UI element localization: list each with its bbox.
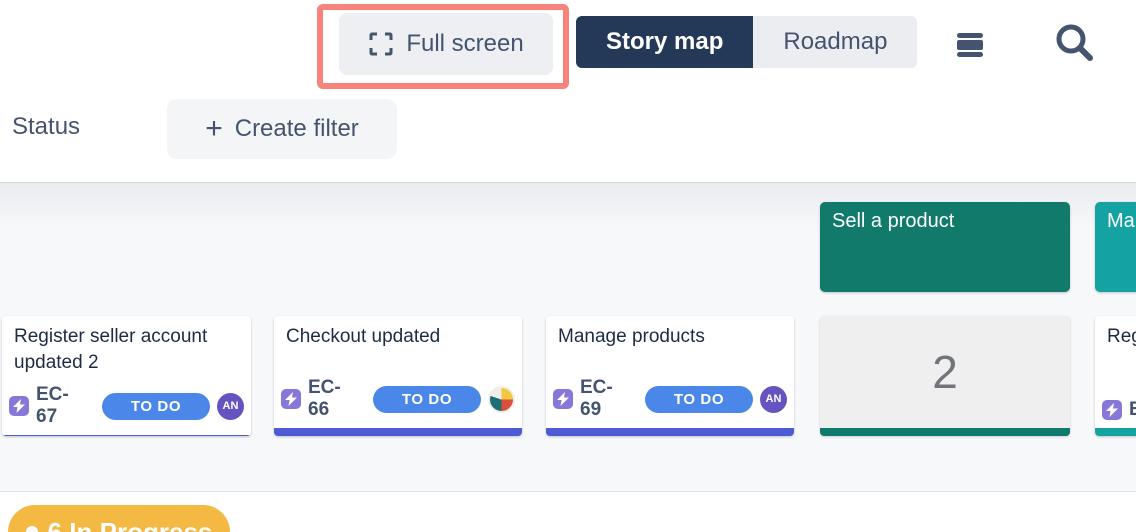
story-card-partial[interactable]: Regis EC- [1095, 316, 1136, 436]
epic-color-bar [274, 428, 522, 436]
card-title: Manage products [546, 316, 794, 377]
issue-key: EC-67 [36, 384, 88, 428]
epic-card-sell-a-product[interactable]: Sell a product [820, 202, 1070, 292]
full-screen-icon [368, 31, 394, 57]
collapsed-count-card[interactable]: 2 [820, 316, 1070, 436]
status-dot-icon [26, 526, 38, 532]
epic-color-bar [2, 435, 251, 436]
issue-key: EC-69 [580, 377, 631, 421]
card-footer: EC- [1095, 399, 1136, 428]
details-icon [954, 28, 986, 60]
create-filter-label: Create filter [235, 115, 359, 143]
epic-title: Mana [1107, 210, 1136, 232]
swimlane-divider [0, 491, 1136, 492]
card-footer: EC-67 TO DO AN [2, 384, 251, 435]
swimlane-label: 6 In Progress [48, 517, 213, 532]
card-title: Checkout updated [274, 316, 522, 377]
story-type-icon [9, 396, 29, 416]
avatar-image [488, 386, 515, 413]
status-field-label: Status [12, 113, 80, 141]
status-lozenge[interactable]: TO DO [645, 386, 753, 413]
epic-card-manage[interactable]: Mana [1095, 202, 1136, 292]
epic-color-bar [1095, 428, 1136, 436]
avatar: AN [760, 386, 787, 413]
card-footer: EC-69 TO DO AN [546, 377, 794, 428]
avatar: AN [217, 393, 244, 420]
swimlane-in-progress-pill[interactable]: 6 In Progress [8, 505, 230, 532]
issue-count: 2 [820, 316, 1070, 428]
status-lozenge[interactable]: TO DO [102, 393, 210, 420]
search-icon [1053, 21, 1095, 63]
full-screen-label: Full screen [406, 30, 523, 58]
tab-story-map[interactable]: Story map [576, 16, 753, 68]
card-title: Regis [1095, 316, 1136, 399]
search-button[interactable] [1052, 20, 1096, 64]
epic-color-bar [820, 428, 1070, 436]
story-type-icon [553, 389, 573, 409]
story-card-ec-66[interactable]: Checkout updated EC-66 TO DO [274, 316, 522, 436]
details-panel-button[interactable] [950, 24, 990, 64]
create-filter-button[interactable]: + Create filter [167, 99, 397, 159]
story-map-screen: Full screen Story map Roadmap Status + C… [0, 0, 1136, 532]
view-toggle: Story map Roadmap [576, 16, 917, 68]
full-screen-button[interactable]: Full screen [339, 13, 553, 75]
story-type-icon [281, 389, 301, 409]
tab-roadmap[interactable]: Roadmap [753, 16, 917, 68]
story-type-icon [1102, 400, 1122, 420]
epic-title: Sell a product [832, 210, 954, 232]
epic-color-bar [546, 428, 794, 436]
status-lozenge[interactable]: TO DO [373, 386, 481, 413]
story-card-ec-69[interactable]: Manage products EC-69 TO DO AN [546, 316, 794, 436]
issue-key: EC- [1129, 399, 1136, 421]
issue-key: EC-66 [308, 377, 359, 421]
card-footer: EC-66 TO DO [274, 377, 522, 428]
plus-icon: + [205, 114, 223, 144]
story-card-ec-67[interactable]: Register seller account updated 2 EC-67 … [2, 316, 251, 436]
card-title: Register seller account updated 2 [2, 316, 251, 384]
